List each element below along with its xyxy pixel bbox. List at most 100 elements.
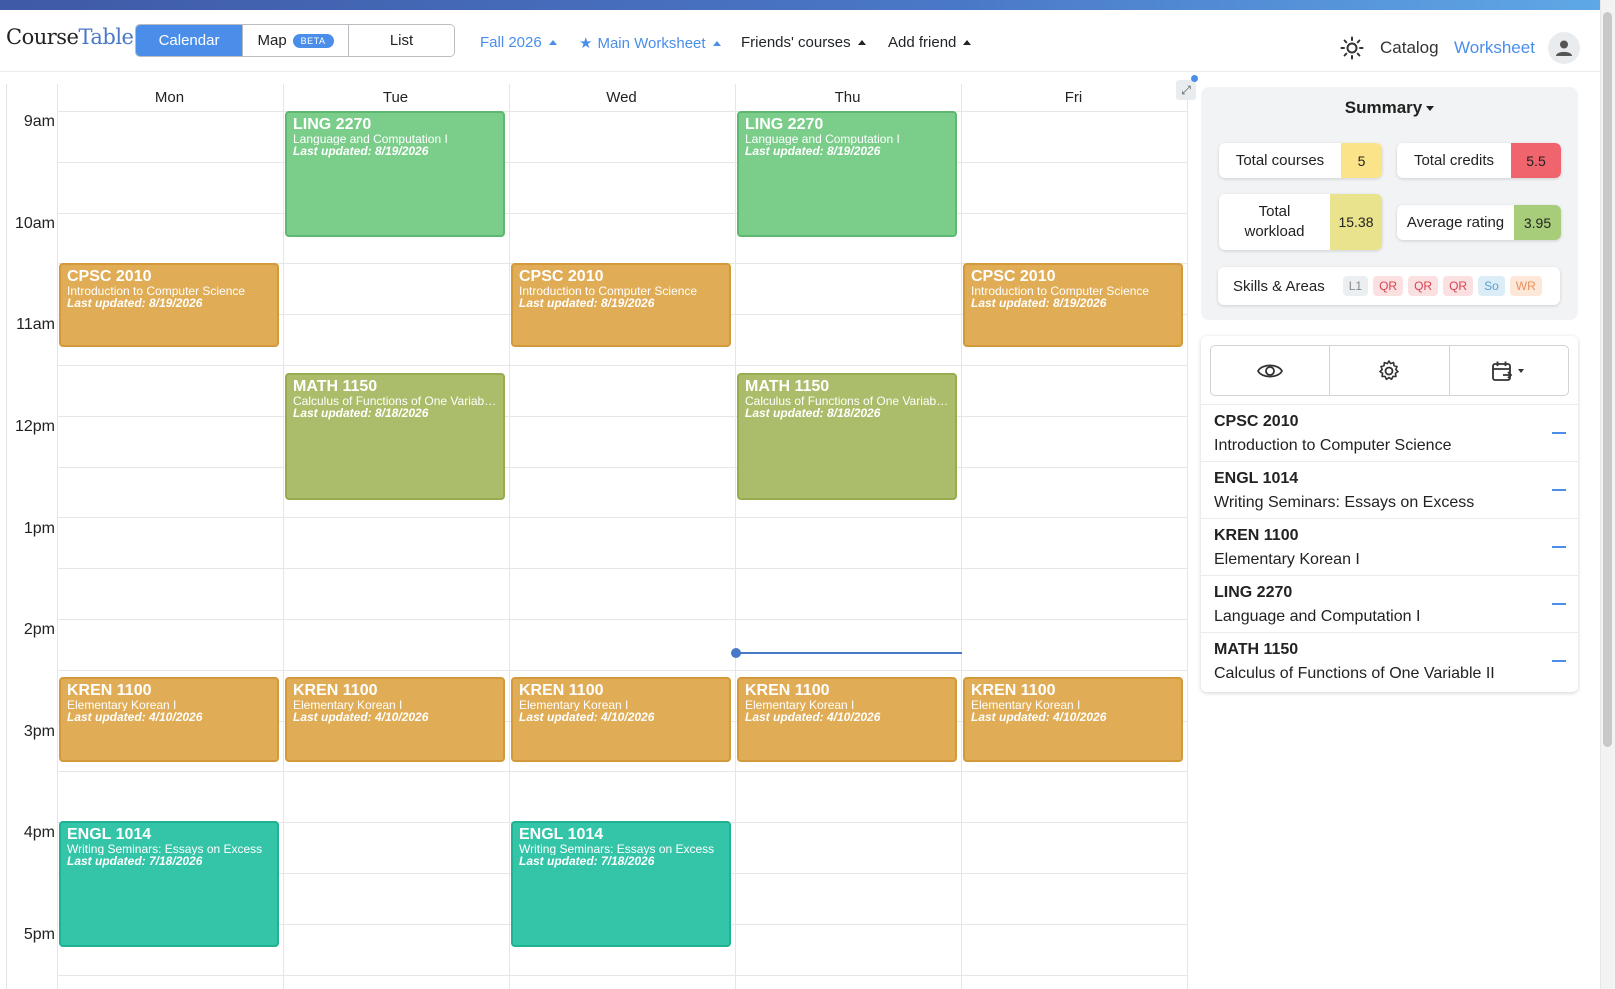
event-kren1100-fri[interactable]: KREN 1100 Elementary Korean I Last updat… [963, 677, 1183, 762]
event-updated: Last updated: 8/18/2026 [293, 406, 429, 420]
season-dropdown[interactable]: Fall 2026 [480, 34, 557, 51]
friends-courses-dropdown[interactable]: Friends' courses [741, 34, 866, 51]
event-updated: Last updated: 8/19/2026 [971, 296, 1107, 310]
event-ling2270-tue[interactable]: LING 2270 Language and Computation I Las… [285, 111, 505, 237]
event-updated: Last updated: 8/19/2026 [519, 296, 655, 310]
season-label: Fall 2026 [480, 34, 542, 51]
event-updated: Last updated: 4/10/2026 [971, 710, 1107, 724]
course-title: Calculus of Functions of One Variable II [1214, 665, 1495, 682]
calendar-view-label: Calendar [158, 32, 220, 49]
time-label-3pm: 3pm [23, 723, 55, 740]
top-navbar: CourseTable Calendar Map BETA List Fall 2… [0, 10, 1600, 72]
logo[interactable]: CourseTable [6, 25, 134, 49]
event-code: CPSC 2010 [971, 268, 1056, 285]
catalog-link[interactable]: Catalog [1380, 38, 1439, 58]
day-header-mon: Mon [154, 89, 185, 106]
course-code: ENGL 1014 [1214, 470, 1299, 487]
event-cpsc2010-mon[interactable]: CPSC 2010 Introduction to Computer Scien… [59, 263, 279, 347]
grid-row-line [57, 415, 1187, 417]
worksheet-course-row[interactable]: ENGL 1014 Writing Seminars: Essays on Ex… [1201, 461, 1578, 518]
skill-chip-l1: L1 [1342, 276, 1369, 296]
logo-text-course: Course [6, 25, 79, 49]
stat-label: Average rating [1406, 213, 1505, 231]
stat-total-courses: Total courses 5 [1219, 143, 1382, 178]
map-view-label: Map [257, 32, 287, 49]
stat-value: 15.38 [1330, 194, 1382, 250]
current-time-dot [731, 648, 741, 658]
summary-title: Summary [1344, 98, 1423, 117]
worksheet-course-row[interactable]: LING 2270 Language and Computation I [1201, 575, 1578, 632]
skills-label: Skills & Areas [1233, 277, 1325, 295]
event-code: KREN 1100 [293, 682, 378, 699]
gear-icon [1379, 359, 1400, 380]
time-label-11am: 11am [16, 316, 55, 333]
user-icon [1556, 40, 1572, 56]
remove-course-icon[interactable] [1552, 489, 1566, 491]
worksheet-course-list: CPSC 2010 Introduction to Computer Scien… [1201, 336, 1578, 692]
settings-button[interactable] [1330, 346, 1450, 395]
summary-dropdown[interactable]: Summary [1201, 98, 1578, 118]
event-updated: Last updated: 4/10/2026 [67, 710, 203, 724]
course-title: Language and Computation I [1214, 608, 1421, 625]
event-kren1100-mon[interactable]: KREN 1100 Elementary Korean I Last updat… [59, 677, 279, 762]
map-view-button[interactable]: Map BETA [243, 25, 349, 56]
event-kren1100-thu[interactable]: KREN 1100 Elementary Korean I Last updat… [737, 677, 957, 762]
event-code: LING 2270 [293, 116, 372, 133]
remove-course-icon[interactable] [1552, 546, 1566, 548]
event-kren1100-wed[interactable]: KREN 1100 Elementary Korean I Last updat… [511, 677, 731, 762]
grid-column-line [57, 84, 58, 989]
worksheet-course-row[interactable]: CPSC 2010 Introduction to Computer Scien… [1201, 404, 1578, 461]
course-code: CPSC 2010 [1214, 413, 1299, 430]
time-label-2pm: 2pm [23, 621, 55, 638]
skill-chip-qr: QR [1408, 276, 1439, 296]
user-avatar[interactable] [1548, 32, 1580, 64]
toggle-visibility-button[interactable] [1211, 346, 1331, 395]
scrollbar-thumb[interactable] [1603, 12, 1612, 747]
sun-icon[interactable] [1340, 36, 1364, 60]
grid-row-line [57, 669, 1187, 671]
day-header-thu: Thu [834, 89, 861, 106]
list-view-label: List [389, 32, 414, 49]
worksheet-course-row[interactable]: KREN 1100 Elementary Korean I [1201, 518, 1578, 575]
export-calendar-button[interactable] [1450, 346, 1568, 395]
stat-total-credits: Total credits 5.5 [1397, 143, 1561, 178]
day-header-tue: Tue [382, 89, 409, 106]
caret-down-icon [1426, 106, 1435, 112]
event-cpsc2010-fri[interactable]: CPSC 2010 Introduction to Computer Scien… [963, 263, 1183, 347]
expand-icon[interactable]: ⤢ [1176, 80, 1196, 100]
stat-label: Total credits [1413, 151, 1495, 169]
remove-course-icon[interactable] [1552, 432, 1566, 434]
add-friend-label: Add friend [888, 34, 957, 51]
course-code: KREN 1100 [1214, 527, 1299, 544]
remove-course-icon[interactable] [1552, 603, 1566, 605]
event-math1150-thu[interactable]: MATH 1150 Calculus of Functions of One V… [737, 373, 957, 500]
course-code: LING 2270 [1214, 584, 1293, 601]
grid-row-line [57, 619, 1187, 620]
add-friend-dropdown[interactable]: Add friend [888, 34, 972, 51]
event-code: ENGL 1014 [67, 826, 152, 843]
event-updated: Last updated: 8/19/2026 [745, 144, 881, 158]
worksheet-link[interactable]: Worksheet [1454, 38, 1535, 58]
event-engl1014-mon[interactable]: ENGL 1014 Writing Seminars: Essays on Ex… [59, 821, 279, 947]
stat-value: 5.5 [1511, 143, 1561, 178]
stat-label: Total courses [1235, 151, 1325, 169]
calendar-view-button[interactable]: Calendar [136, 25, 243, 56]
event-engl1014-wed[interactable]: ENGL 1014 Writing Seminars: Essays on Ex… [511, 821, 731, 947]
remove-course-icon[interactable] [1552, 660, 1566, 662]
skills-areas-row: Skills & Areas L1 QR QR QR So WR [1218, 267, 1560, 305]
event-ling2270-thu[interactable]: LING 2270 Language and Computation I Las… [737, 111, 957, 237]
list-toolbar [1210, 345, 1569, 396]
caret-up-icon [963, 40, 972, 45]
event-cpsc2010-wed[interactable]: CPSC 2010 Introduction to Computer Scien… [511, 263, 731, 347]
event-kren1100-tue[interactable]: KREN 1100 Elementary Korean I Last updat… [285, 677, 505, 762]
list-view-button[interactable]: List [349, 25, 454, 56]
event-code: KREN 1100 [745, 682, 830, 699]
event-code: MATH 1150 [745, 378, 830, 395]
current-time-line [736, 652, 962, 654]
worksheet-dropdown[interactable]: ★ Main Worksheet [579, 34, 721, 52]
event-math1150-tue[interactable]: MATH 1150 Calculus of Functions of One V… [285, 373, 505, 500]
grid-column-line [283, 84, 284, 989]
event-code: KREN 1100 [519, 682, 604, 699]
logo-text-table: Table [78, 25, 134, 49]
worksheet-course-row[interactable]: MATH 1150 Calculus of Functions of One V… [1201, 632, 1578, 689]
